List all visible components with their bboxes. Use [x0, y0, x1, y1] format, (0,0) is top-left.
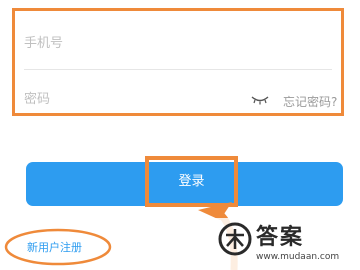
register-link[interactable]: 新用户注册 — [27, 239, 82, 255]
phone-field-row — [15, 21, 341, 66]
watermark-url: www.mudaan.com — [256, 252, 340, 262]
login-form: 忘记密码? — [12, 8, 344, 116]
forgot-password-link[interactable]: 忘记密码? — [283, 93, 337, 110]
watermark-logo-icon — [218, 222, 252, 256]
watermark-title: 答案 — [256, 225, 305, 250]
eye-closed-icon[interactable] — [251, 95, 269, 105]
watermark: 答案 www.mudaan.com — [212, 218, 358, 270]
password-field-row: 忘记密码? — [15, 81, 341, 126]
login-button[interactable] — [26, 162, 343, 206]
field-divider — [24, 69, 332, 70]
phone-input[interactable] — [24, 31, 324, 55]
password-input[interactable] — [24, 87, 224, 111]
